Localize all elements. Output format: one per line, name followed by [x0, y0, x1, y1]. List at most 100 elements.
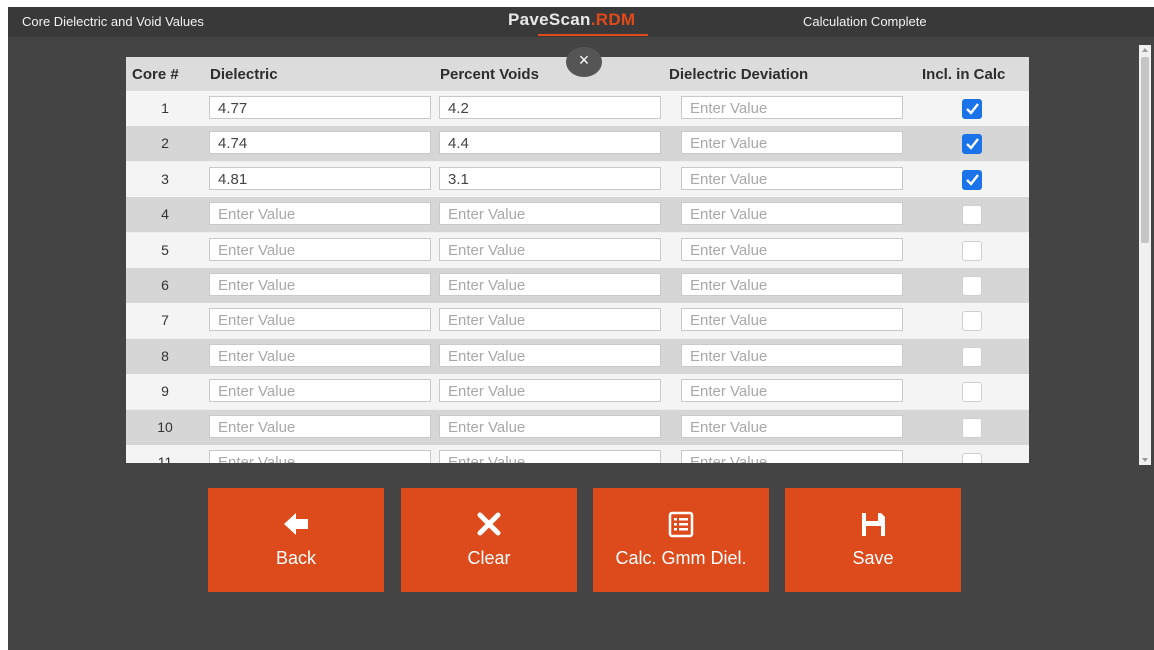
include-in-calc-checkbox[interactable]: [962, 134, 982, 155]
dielectric-input[interactable]: Enter Value: [209, 237, 431, 261]
table-row: 3 4.81 3.1 Enter Value: [126, 161, 1029, 197]
calc-gmm-diel-button[interactable]: Calc. Gmm Diel.: [593, 488, 769, 592]
include-in-calc-checkbox[interactable]: [962, 169, 982, 190]
include-in-calc-checkbox[interactable]: [962, 276, 982, 296]
save-button-label: Save: [852, 548, 894, 568]
close-button[interactable]: ×: [566, 47, 602, 77]
include-in-calc-checkbox[interactable]: [962, 453, 982, 463]
dielectric-input[interactable]: 4.77: [209, 96, 431, 119]
percent-voids-input[interactable]: Enter Value: [439, 379, 661, 403]
percent-voids-input[interactable]: Enter Value: [439, 450, 661, 463]
page-title: Core Dielectric and Void Values: [22, 14, 204, 29]
column-header-incl-in-calc: Incl. in Calc: [922, 66, 1006, 83]
core-number: 8: [161, 347, 169, 364]
app-window: Core Dielectric and Void Values PaveScan…: [8, 7, 1154, 650]
include-in-calc-checkbox[interactable]: [962, 346, 982, 367]
dielectric-deviation-input[interactable]: Enter Value: [681, 450, 903, 463]
table-row: 10 Enter Value Enter Value Enter Value: [126, 409, 1029, 445]
include-in-calc-checkbox[interactable]: [962, 240, 982, 261]
core-number: 2: [161, 135, 169, 152]
dielectric-input[interactable]: Enter Value: [209, 414, 431, 438]
dielectric-input[interactable]: Enter Value: [209, 273, 431, 296]
include-in-calc-checkbox[interactable]: [962, 382, 982, 403]
percent-voids-input[interactable]: 4.2: [439, 96, 661, 119]
core-number: 9: [161, 383, 169, 400]
clear-button[interactable]: Clear: [401, 488, 577, 592]
logo-product: RDM: [595, 10, 636, 29]
column-header-dielectric: Dielectric: [210, 66, 278, 83]
percent-voids-input[interactable]: Enter Value: [439, 343, 661, 367]
dielectric-deviation-input[interactable]: Enter Value: [681, 131, 903, 155]
dielectric-deviation-input[interactable]: Enter Value: [681, 237, 903, 261]
core-number: 3: [161, 170, 169, 187]
close-icon: ×: [578, 50, 590, 70]
save-button[interactable]: Save: [785, 488, 961, 592]
clear-button-label: Clear: [467, 548, 511, 568]
table-row: 5 Enter Value Enter Value Enter Value: [126, 232, 1029, 268]
include-in-calc-checkbox[interactable]: [962, 99, 982, 119]
app-logo: PaveScan.RDM: [508, 10, 635, 30]
core-number: 5: [161, 241, 169, 258]
dielectric-deviation-input[interactable]: Enter Value: [681, 343, 903, 367]
core-number: 1: [161, 100, 169, 116]
dielectric-deviation-input[interactable]: Enter Value: [681, 379, 903, 403]
dielectric-input[interactable]: 4.81: [209, 166, 431, 190]
percent-voids-input[interactable]: Enter Value: [439, 237, 661, 261]
dielectric-input[interactable]: Enter Value: [209, 379, 431, 403]
back-button[interactable]: Back: [208, 488, 384, 592]
dielectric-deviation-input[interactable]: Enter Value: [681, 96, 903, 119]
scroll-down-arrow-icon[interactable]: [1142, 458, 1148, 462]
table-row: 9 Enter Value Enter Value Enter Value: [126, 374, 1029, 410]
logo-brand: PaveScan: [508, 10, 591, 29]
core-number: 10: [157, 418, 173, 435]
dielectric-deviation-input[interactable]: Enter Value: [681, 414, 903, 438]
percent-voids-input[interactable]: Enter Value: [439, 202, 661, 226]
back-button-label: Back: [275, 548, 317, 568]
title-bar: Core Dielectric and Void Values PaveScan…: [8, 7, 1154, 37]
dielectric-input[interactable]: 4.74: [209, 131, 431, 155]
table-row: 11 Enter Value Enter Value Enter Value: [126, 445, 1029, 463]
dielectric-input[interactable]: Enter Value: [209, 308, 431, 332]
dielectric-input[interactable]: Enter Value: [209, 202, 431, 226]
vertical-scrollbar[interactable]: [1139, 45, 1151, 465]
dielectric-input[interactable]: Enter Value: [209, 343, 431, 367]
dielectric-deviation-input[interactable]: Enter Value: [681, 202, 903, 226]
column-header-core: Core #: [132, 66, 179, 83]
core-values-table: Core # Dielectric Percent Voids Dielectr…: [126, 57, 1029, 463]
checkmark-icon: [966, 103, 979, 115]
dielectric-deviation-input[interactable]: Enter Value: [681, 308, 903, 332]
arrow-left-icon: [284, 513, 308, 535]
column-header-dielectric-deviation: Dielectric Deviation: [669, 66, 809, 83]
include-in-calc-checkbox[interactable]: [962, 205, 982, 226]
dielectric-deviation-input[interactable]: Enter Value: [681, 273, 903, 296]
core-number: 6: [161, 277, 169, 293]
column-header-percent-voids: Percent Voids: [440, 66, 539, 83]
table-row: 1 4.77 4.2 Enter Value: [126, 91, 1029, 126]
core-number: 11: [157, 454, 173, 463]
percent-voids-input[interactable]: 3.1: [439, 166, 661, 190]
calc-gmm-diel-button-label: Calc. Gmm Diel.: [615, 548, 747, 568]
logo-underline: [538, 34, 648, 36]
table-row: 6 Enter Value Enter Value Enter Value: [126, 268, 1029, 303]
status-text: Calculation Complete: [803, 14, 927, 29]
floppy-disk-icon: [862, 513, 885, 536]
core-number: 4: [161, 206, 169, 223]
dielectric-deviation-input[interactable]: Enter Value: [681, 166, 903, 190]
list-icon: [668, 511, 694, 538]
x-icon: [477, 512, 501, 536]
include-in-calc-checkbox[interactable]: [962, 417, 982, 438]
scroll-up-arrow-icon[interactable]: [1142, 48, 1148, 52]
table-row: 4 Enter Value Enter Value Enter Value: [126, 197, 1029, 233]
table-row: 2 4.74 4.4 Enter Value: [126, 126, 1029, 162]
table-row: 7 Enter Value Enter Value Enter Value: [126, 303, 1029, 339]
dielectric-input[interactable]: Enter Value: [209, 450, 431, 463]
core-number: 7: [161, 312, 169, 329]
percent-voids-input[interactable]: Enter Value: [439, 308, 661, 332]
percent-voids-input[interactable]: Enter Value: [439, 273, 661, 296]
scrollbar-thumb[interactable]: [1141, 57, 1149, 243]
include-in-calc-checkbox[interactable]: [962, 311, 982, 332]
table-row: 8 Enter Value Enter Value Enter Value: [126, 338, 1029, 374]
checkmark-icon: [966, 138, 979, 151]
percent-voids-input[interactable]: 4.4: [439, 131, 661, 155]
percent-voids-input[interactable]: Enter Value: [439, 414, 661, 438]
